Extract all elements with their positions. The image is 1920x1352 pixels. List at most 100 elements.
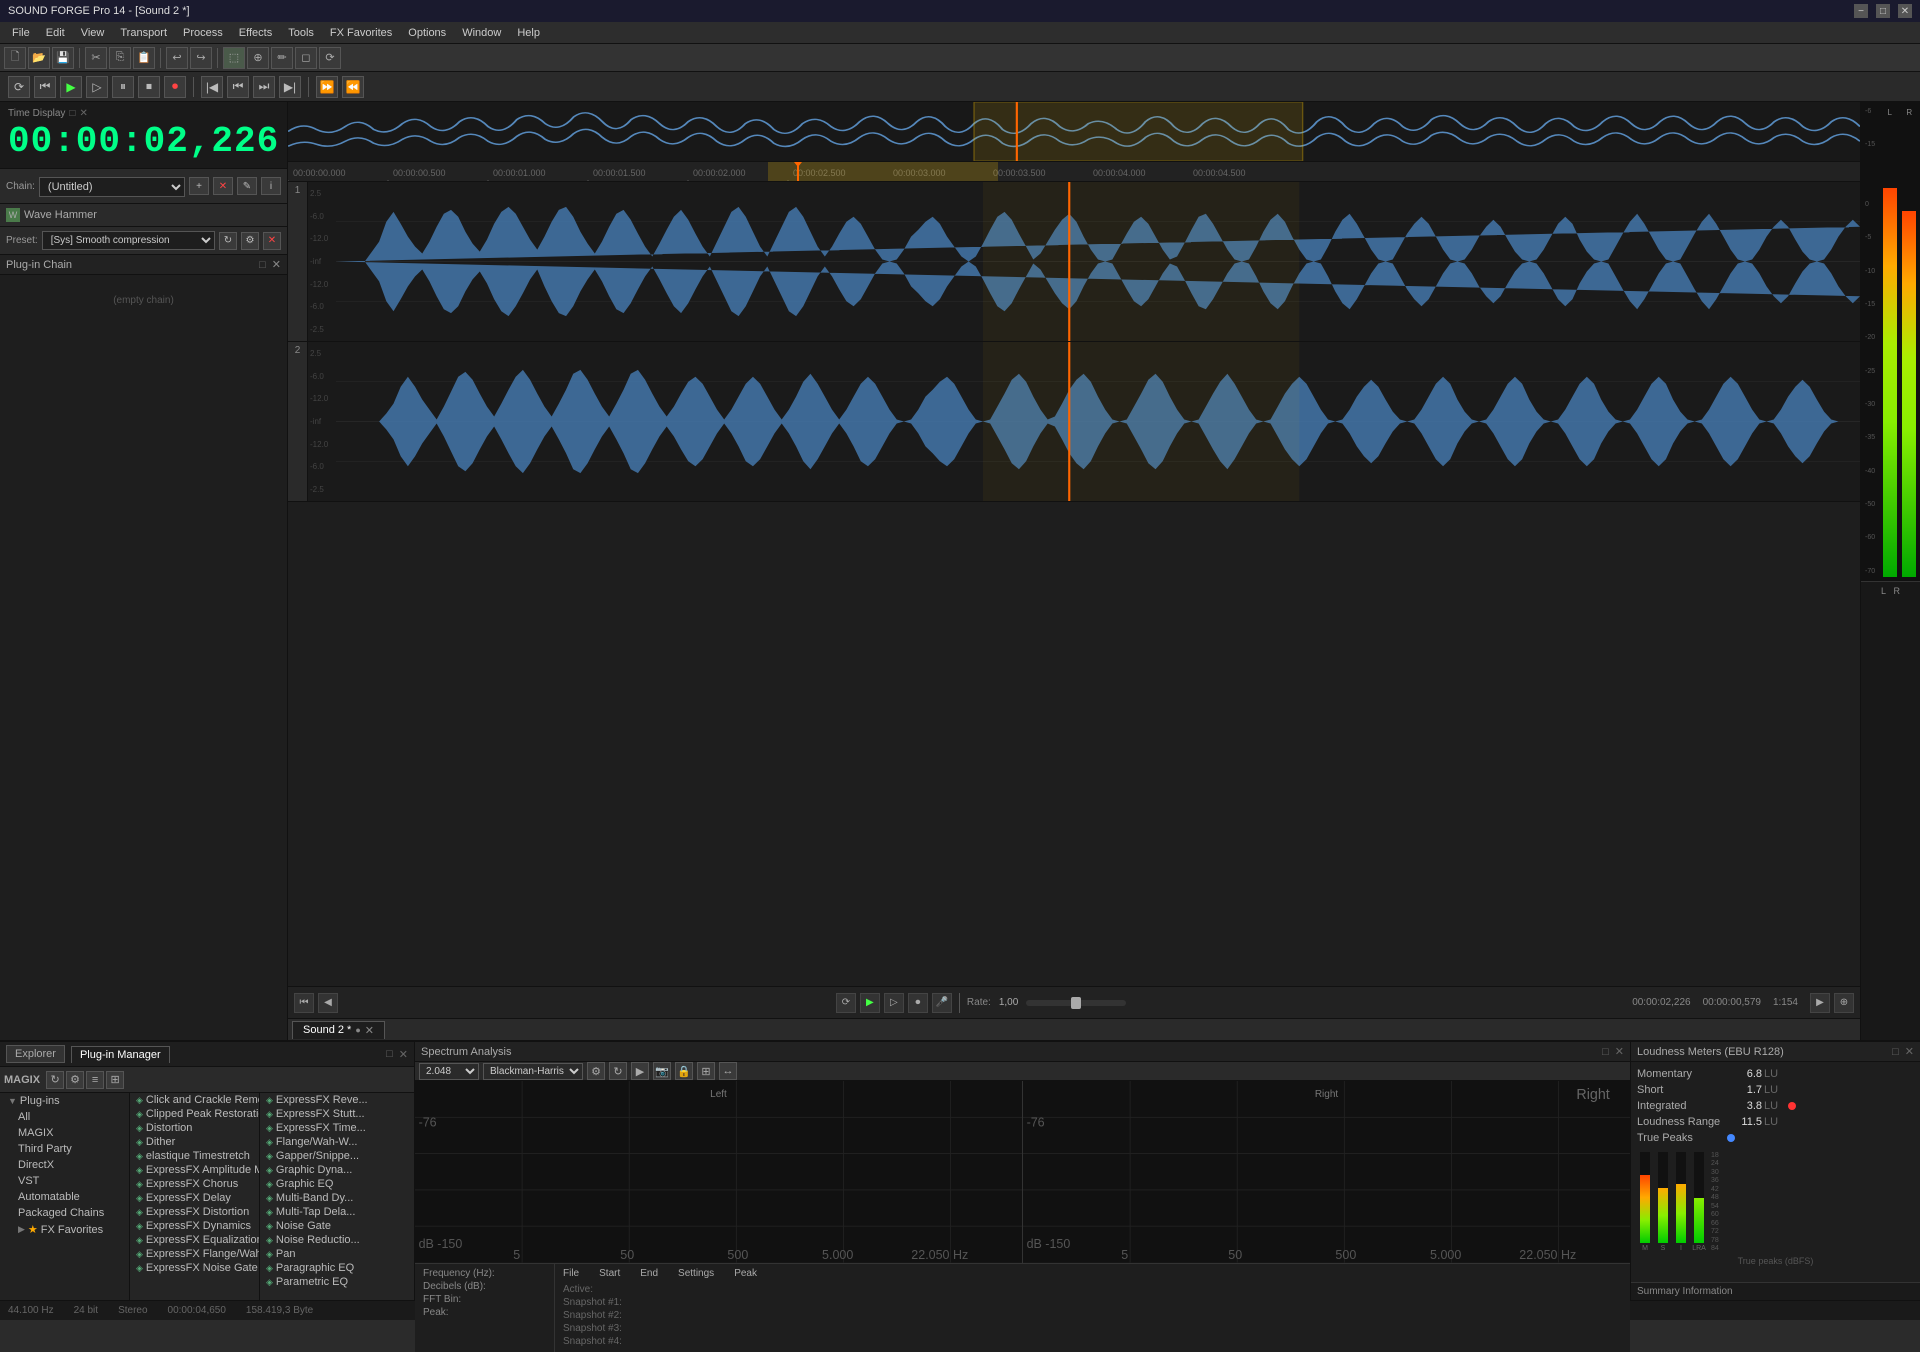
tree-third-party[interactable]: Third Party bbox=[0, 1141, 129, 1157]
preset-load-btn[interactable]: ↻ bbox=[219, 232, 237, 250]
time-minimize-icon[interactable]: □ bbox=[69, 108, 75, 119]
spectrum-left[interactable]: Left -76 dB -150 bbox=[415, 1081, 1023, 1263]
spectrum-refresh-btn[interactable]: ↻ bbox=[609, 1062, 627, 1080]
tc-expand-btn[interactable]: ⊕ bbox=[1834, 993, 1854, 1013]
waveform-overview[interactable] bbox=[288, 102, 1860, 162]
plugin-chorus[interactable]: ◈ ExpressFX Chorus bbox=[130, 1177, 259, 1191]
prev-btn[interactable]: ⏮ bbox=[227, 76, 249, 98]
cut-btn[interactable]: ✂ bbox=[85, 47, 107, 69]
rate-slider[interactable] bbox=[1026, 1000, 1126, 1006]
redo-btn[interactable]: ↪ bbox=[190, 47, 212, 69]
menu-help[interactable]: Help bbox=[509, 25, 548, 41]
plugin-paragraphic[interactable]: ◈ Paragraphic EQ bbox=[260, 1261, 414, 1275]
plugin-amp-mod[interactable]: ◈ ExpressFX Amplitude Modulation bbox=[130, 1163, 259, 1177]
spectrum-close[interactable]: ✕ bbox=[1615, 1045, 1624, 1058]
tc-mic-btn[interactable]: 🎤 bbox=[932, 993, 952, 1013]
menu-window[interactable]: Window bbox=[454, 25, 509, 41]
tree-magix[interactable]: MAGIX bbox=[0, 1125, 129, 1141]
sound-tab-close[interactable]: ✕ bbox=[365, 1024, 374, 1037]
chain-add-btn[interactable]: + bbox=[189, 177, 209, 195]
plugin-distortion[interactable]: ◈ Distortion bbox=[130, 1121, 259, 1135]
go-end-btn[interactable]: ▶| bbox=[279, 76, 301, 98]
chain-info-btn[interactable]: i bbox=[261, 177, 281, 195]
tree-fx-favorites[interactable]: ▶ ★ FX Favorites bbox=[0, 1221, 129, 1238]
preset-save-btn[interactable]: ⚙ bbox=[241, 232, 259, 250]
stop-btn[interactable]: ⏹ bbox=[138, 76, 160, 98]
go-start-btn[interactable]: |◀ bbox=[201, 76, 223, 98]
pm-minimize[interactable]: □ bbox=[386, 1048, 393, 1060]
time-close-icon[interactable]: ✕ bbox=[79, 108, 87, 119]
sound-tab-icon[interactable]: ● bbox=[355, 1025, 360, 1035]
plugin-parametric[interactable]: ◈ Parametric EQ bbox=[260, 1275, 414, 1289]
chain-edit-btn[interactable]: ✎ bbox=[237, 177, 257, 195]
plugin-timestretch[interactable]: ◈ ExpressFX Time... bbox=[260, 1121, 414, 1135]
tc-rec-btn[interactable]: ⏺ bbox=[908, 993, 928, 1013]
rate-slider-thumb[interactable] bbox=[1071, 997, 1081, 1009]
menu-tools[interactable]: Tools bbox=[280, 25, 322, 41]
tc-loop-btn[interactable]: ⟳ bbox=[836, 993, 856, 1013]
pm-list-btn[interactable]: ≡ bbox=[86, 1071, 104, 1089]
spectrum-settings-btn[interactable]: ⚙ bbox=[587, 1062, 605, 1080]
tc-play-btn[interactable]: ▶ bbox=[860, 993, 880, 1013]
spectrum-minimize[interactable]: □ bbox=[1602, 1046, 1609, 1058]
tc-play-sel-btn[interactable]: ▷ bbox=[884, 993, 904, 1013]
plugin-chain-close[interactable]: ✕ bbox=[272, 258, 281, 271]
plugin-click-crackle[interactable]: ◈ Click and Crackle Removal bbox=[130, 1093, 259, 1107]
loudness-minimize[interactable]: □ bbox=[1892, 1046, 1899, 1058]
menu-transport[interactable]: Transport bbox=[112, 25, 175, 41]
menu-view[interactable]: View bbox=[73, 25, 113, 41]
paste-btn[interactable]: 📋 bbox=[133, 47, 155, 69]
plugin-stutter[interactable]: ◈ ExpressFX Stutt... bbox=[260, 1107, 414, 1121]
pm-grid-btn[interactable]: ⊞ bbox=[106, 1071, 124, 1089]
plugin-graphic-dyn[interactable]: ◈ Graphic Dyna... bbox=[260, 1163, 414, 1177]
plugin-graphic-eq[interactable]: ◈ Graphic EQ bbox=[260, 1177, 414, 1191]
plugin-reverb[interactable]: ◈ ExpressFX Reve... bbox=[260, 1093, 414, 1107]
loop-btn[interactable]: ⟳ bbox=[8, 76, 30, 98]
spectrum-lock-btn[interactable]: 🔒 bbox=[675, 1062, 693, 1080]
rw-btn[interactable]: ⏪ bbox=[342, 76, 364, 98]
tc-prev-btn[interactable]: ⏮ bbox=[294, 993, 314, 1013]
plugin-flange[interactable]: ◈ ExpressFX Flange/Wah-Wah bbox=[130, 1247, 259, 1261]
select-btn[interactable]: ⬚ bbox=[223, 47, 245, 69]
plugin-clipped-peak[interactable]: ◈ Clipped Peak Restoration bbox=[130, 1107, 259, 1121]
spectrum-play-btn[interactable]: ▶ bbox=[631, 1062, 649, 1080]
waveform-tracks[interactable]: 1 2.5-6.0-12.0-inf-12.0-6.0-2.5 bbox=[288, 182, 1860, 986]
sound-tab[interactable]: Sound 2 * ● ✕ bbox=[292, 1021, 385, 1039]
new-btn[interactable]: 🗋 bbox=[4, 47, 26, 69]
plugin-dynamics[interactable]: ◈ ExpressFX Dynamics bbox=[130, 1219, 259, 1233]
track-2-waveform[interactable]: 2.5-6.0-12.0-inf-12.0-6.0-2.5 bbox=[308, 342, 1860, 501]
plugin-noise-gate[interactable]: ◈ ExpressFX Noise Gate bbox=[130, 1261, 259, 1275]
spectrum-compare-btn[interactable]: ↔ bbox=[719, 1062, 737, 1080]
plugin-fx-distortion[interactable]: ◈ ExpressFX Distortion bbox=[130, 1205, 259, 1219]
pm-settings-btn[interactable]: ⚙ bbox=[66, 1071, 84, 1089]
tree-plugins[interactable]: ▼ Plug-ins bbox=[0, 1093, 129, 1109]
record-btn[interactable]: ⏺ bbox=[164, 76, 186, 98]
draw-btn[interactable]: ✏ bbox=[271, 47, 293, 69]
plugin-elastique[interactable]: ◈ elastique Timestretch bbox=[130, 1149, 259, 1163]
explorer-tab-label[interactable]: Explorer bbox=[6, 1045, 65, 1063]
plugin-flange2[interactable]: ◈ Flange/Wah-W... bbox=[260, 1135, 414, 1149]
save-btn[interactable]: 💾 bbox=[52, 47, 74, 69]
restore-btn[interactable]: □ bbox=[1876, 4, 1890, 18]
pm-close[interactable]: ✕ bbox=[399, 1048, 408, 1061]
loudness-close[interactable]: ✕ bbox=[1905, 1045, 1914, 1058]
plugin-chain-minimize[interactable]: □ bbox=[259, 259, 266, 271]
sync-btn[interactable]: ⟳ bbox=[319, 47, 341, 69]
plugin-pan[interactable]: ◈ Pan bbox=[260, 1247, 414, 1261]
tree-directx[interactable]: DirectX bbox=[0, 1157, 129, 1173]
plugin-noise-reduction[interactable]: ◈ Noise Reductio... bbox=[260, 1233, 414, 1247]
spectrum-dual-btn[interactable]: ⊞ bbox=[697, 1062, 715, 1080]
play-sel-btn[interactable]: ▷ bbox=[86, 76, 108, 98]
tree-all[interactable]: All bbox=[0, 1109, 129, 1125]
menu-process[interactable]: Process bbox=[175, 25, 231, 41]
plugin-gapper[interactable]: ◈ Gapper/Snippe... bbox=[260, 1149, 414, 1163]
menu-edit[interactable]: Edit bbox=[38, 25, 73, 41]
chain-select[interactable]: (Untitled) bbox=[39, 177, 185, 197]
next-btn[interactable]: ⏭ bbox=[253, 76, 275, 98]
fft-size-select[interactable]: 2.048 bbox=[419, 1063, 479, 1080]
tc-left-btn[interactable]: ◀ bbox=[318, 993, 338, 1013]
menu-file[interactable]: File bbox=[4, 25, 38, 41]
menu-fx-favorites[interactable]: FX Favorites bbox=[322, 25, 400, 41]
copy-btn[interactable]: ⎘ bbox=[109, 47, 131, 69]
tc-right-btn[interactable]: ▶ bbox=[1810, 993, 1830, 1013]
